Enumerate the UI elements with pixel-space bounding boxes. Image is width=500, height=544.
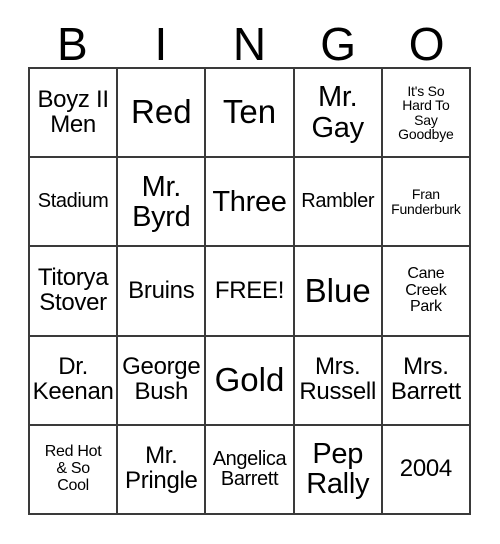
bingo-cell-o5[interactable]: 2004 xyxy=(382,425,471,515)
bingo-cell-b3[interactable]: Titorya Stover xyxy=(30,247,119,337)
bingo-cell-b5[interactable]: Red Hot & So Cool xyxy=(30,425,119,515)
header-letter-n: N xyxy=(232,18,267,70)
bingo-cell-o1[interactable]: It's So Hard To Say Goodbye xyxy=(382,69,471,159)
bingo-cell-i2[interactable]: Mr. Byrd xyxy=(118,158,207,248)
bingo-cell-g5[interactable]: Pep Rally xyxy=(294,425,383,515)
bingo-cell-b4[interactable]: Dr. Keenan xyxy=(30,336,119,426)
bingo-cell-label: FREE! xyxy=(214,276,285,304)
bingo-cell-b1[interactable]: Boyz II Men xyxy=(30,69,119,159)
bingo-cell-i3[interactable]: Bruins xyxy=(118,247,207,337)
bingo-cell-label: Boyz II Men xyxy=(37,85,109,138)
bingo-grid: Boyz II Men Red Ten Mr. Gay It's So Hard… xyxy=(28,67,471,515)
bingo-cell-label: Rambler xyxy=(301,190,375,213)
bingo-cell-label: George Bush xyxy=(122,353,201,406)
bingo-cell-label: Angelica Barrett xyxy=(212,447,287,491)
header-letter-o: O xyxy=(408,18,445,70)
bingo-card: B I N G O Boyz II Men Red Ten Mr. Gay It… xyxy=(0,0,500,544)
bingo-cell-o3[interactable]: Cane Creek Park xyxy=(382,247,471,337)
header-letter-g: G xyxy=(320,18,356,70)
bingo-cell-b2[interactable]: Stadium xyxy=(30,158,119,248)
bingo-cell-label: Gold xyxy=(214,361,285,399)
header-letter-i: I xyxy=(154,18,168,70)
bingo-cell-label: Mrs. Russell xyxy=(299,353,376,406)
bingo-cell-label: Blue xyxy=(304,271,371,309)
bingo-cell-label: Mr. Gay xyxy=(311,81,365,144)
bingo-cell-label: Titorya Stover xyxy=(37,264,109,316)
bingo-cell-i4[interactable]: George Bush xyxy=(118,336,207,426)
bingo-cell-label: Stadium xyxy=(37,190,109,213)
bingo-cell-g1[interactable]: Mr. Gay xyxy=(294,69,383,159)
bingo-cell-label: Bruins xyxy=(128,276,195,304)
bingo-cell-label: It's So Hard To Say Goodbye xyxy=(398,82,454,143)
bingo-cell-label: Three xyxy=(212,185,287,218)
bingo-header-row: B I N G O xyxy=(28,14,471,67)
bingo-cell-g2[interactable]: Rambler xyxy=(294,158,383,248)
bingo-cell-n1[interactable]: Ten xyxy=(206,69,295,159)
bingo-cell-o4[interactable]: Mrs. Barrett xyxy=(382,336,471,426)
bingo-cell-label: Fran Funderburk xyxy=(391,186,461,217)
bingo-cell-g3[interactable]: Blue xyxy=(294,247,383,337)
bingo-cell-label: Red xyxy=(131,93,192,131)
bingo-cell-label: Mrs. Barrett xyxy=(390,353,461,406)
bingo-cell-label: Ten xyxy=(222,93,277,131)
bingo-cell-g4[interactable]: Mrs. Russell xyxy=(294,336,383,426)
bingo-cell-n2[interactable]: Three xyxy=(206,158,295,248)
bingo-cell-label: Dr. Keenan xyxy=(32,353,114,406)
bingo-cell-label: Cane Creek Park xyxy=(405,265,447,316)
bingo-cell-label: Mr. Pringle xyxy=(124,442,198,495)
bingo-cell-free-space[interactable]: FREE! xyxy=(206,247,295,337)
bingo-cell-label: Red Hot & So Cool xyxy=(44,443,102,494)
bingo-cell-n5[interactable]: Angelica Barrett xyxy=(206,425,295,515)
header-letter-b: B xyxy=(56,18,88,70)
bingo-cell-n4[interactable]: Gold xyxy=(206,336,295,426)
bingo-cell-o2[interactable]: Fran Funderburk xyxy=(382,158,471,248)
bingo-cell-i5[interactable]: Mr. Pringle xyxy=(118,425,207,515)
bingo-cell-i1[interactable]: Red xyxy=(118,69,207,159)
bingo-cell-label: Pep Rally xyxy=(306,438,370,501)
bingo-cell-label: Mr. Byrd xyxy=(132,170,191,233)
bingo-cell-label: 2004 xyxy=(399,454,453,482)
